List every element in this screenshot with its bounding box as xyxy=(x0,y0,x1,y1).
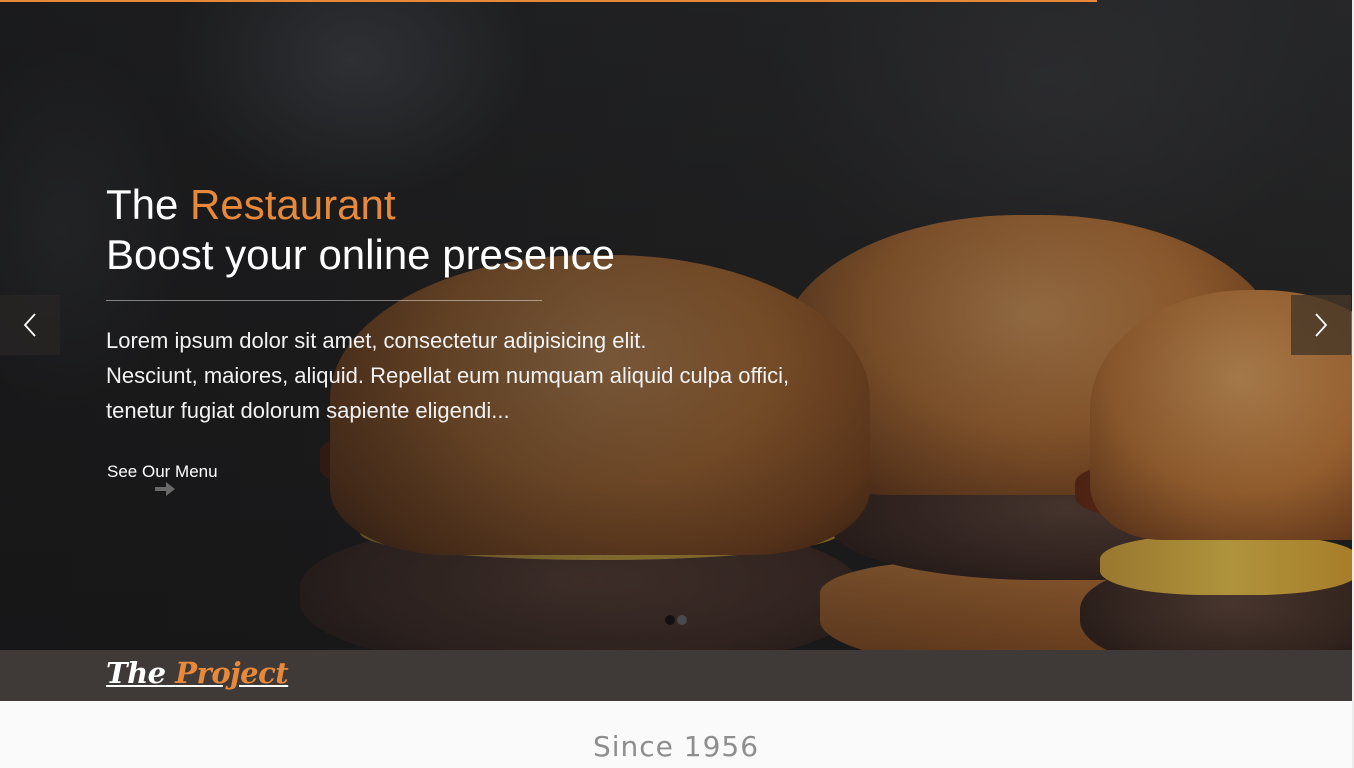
hero-title: The Restaurant Boost your online presenc… xyxy=(106,180,906,280)
arrow-right-icon xyxy=(155,482,175,496)
hero-divider xyxy=(106,300,542,301)
slider-pagination xyxy=(665,615,687,625)
hero-description-line: Nesciunt, maiores, aliquid. Repellat eum… xyxy=(106,363,790,388)
logo-prefix: The xyxy=(106,656,166,690)
hero-description: Lorem ipsum dolor sit amet, consectetur … xyxy=(106,323,906,428)
hero-caption: The Restaurant Boost your online presenc… xyxy=(106,180,906,496)
slider-next-button[interactable] xyxy=(1291,295,1351,355)
see-menu-link[interactable]: See Our Menu xyxy=(107,462,218,496)
see-menu-label: See Our Menu xyxy=(107,462,218,481)
section-heading: Since 1956 xyxy=(592,730,760,763)
slider-prev-button[interactable] xyxy=(0,295,60,355)
hero-slider: The Restaurant Boost your online presenc… xyxy=(0,0,1352,650)
slider-dot-1[interactable] xyxy=(665,615,675,625)
site-logo[interactable]: The Project xyxy=(106,656,289,690)
slider-dot-2[interactable] xyxy=(677,615,687,625)
slide-progress-bar xyxy=(0,0,1097,2)
logo-accent: Project xyxy=(175,656,289,690)
chevron-right-icon xyxy=(1315,313,1328,337)
hero-title-accent: Restaurant xyxy=(190,181,396,228)
hero-description-line: tenetur fugiat dolorum sapiente eligendi… xyxy=(106,398,510,423)
hero-description-line: Lorem ipsum dolor sit amet, consectetur … xyxy=(106,328,647,353)
hero-title-prefix: The xyxy=(106,181,179,228)
hero-subtitle: Boost your online presence xyxy=(106,231,615,278)
chevron-left-icon xyxy=(23,313,36,337)
navbar: The Project xyxy=(0,650,1352,701)
